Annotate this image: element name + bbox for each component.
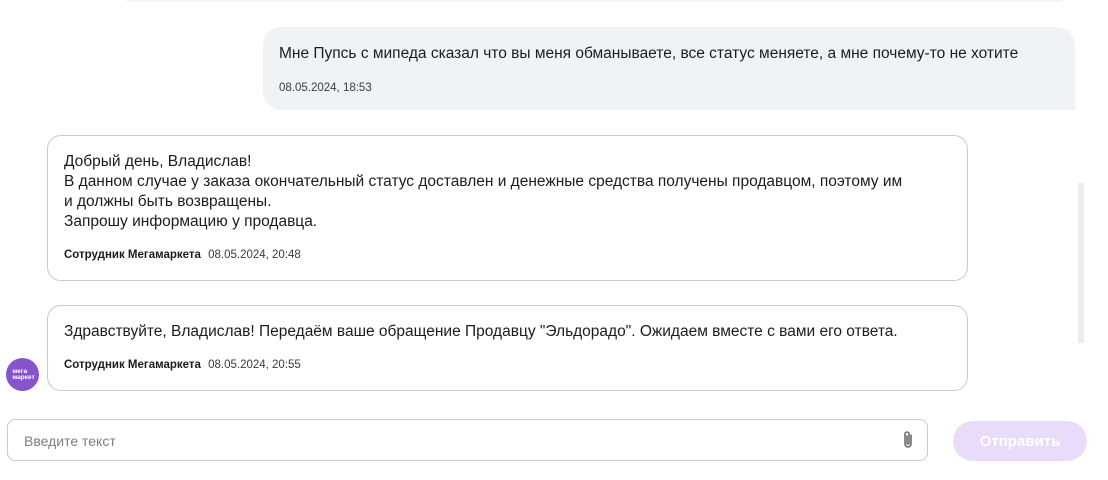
message-line: и должны быть возвращены. (64, 193, 272, 210)
message-timestamp: 08.05.2024, 18:53 (279, 82, 372, 94)
operator-message: Добрый день, Владислав! В данном случае … (47, 135, 968, 281)
message-input[interactable] (22, 420, 886, 462)
send-button[interactable]: Отправить (953, 421, 1087, 461)
message-line: Добрый день, Владислав! (64, 153, 252, 170)
scrollbar[interactable] (1078, 183, 1084, 343)
paperclip-icon[interactable] (899, 429, 917, 451)
avatar-logo-line: маркет (12, 373, 35, 381)
message-author: Сотрудник Мегамаркета (64, 249, 201, 261)
message-line: Запрошу информацию у продавца. (64, 213, 318, 230)
message-timestamp: 08.05.2024, 20:48 (208, 249, 301, 261)
previous-message-bubble (120, 0, 1070, 2)
user-message: Мне Пупсь с мипеда сказал что вы меня об… (263, 27, 1075, 110)
message-line: В данном случае у заказа окончательный с… (64, 173, 903, 190)
message-text: Мне Пупсь с мипеда сказал что вы меня об… (279, 45, 1019, 62)
message-author: Сотрудник Мегамаркета (64, 359, 201, 371)
operator-message: Здравствуйте, Владислав! Передаём ваше о… (47, 305, 968, 391)
message-line: Здравствуйте, Владислав! Передаём ваше о… (64, 323, 898, 340)
avatar: мега маркет (6, 358, 39, 391)
message-timestamp: 08.05.2024, 20:55 (208, 359, 301, 371)
message-meta: Сотрудник Мегамаркета 08.05.2024, 20:48 (64, 249, 951, 261)
message-composer (7, 419, 928, 462)
message-text: Добрый день, Владислав! В данном случае … (64, 152, 951, 232)
message-text: Здравствуйте, Владислав! Передаём ваше о… (64, 322, 951, 342)
message-meta: Сотрудник Мегамаркета 08.05.2024, 20:55 (64, 359, 951, 371)
